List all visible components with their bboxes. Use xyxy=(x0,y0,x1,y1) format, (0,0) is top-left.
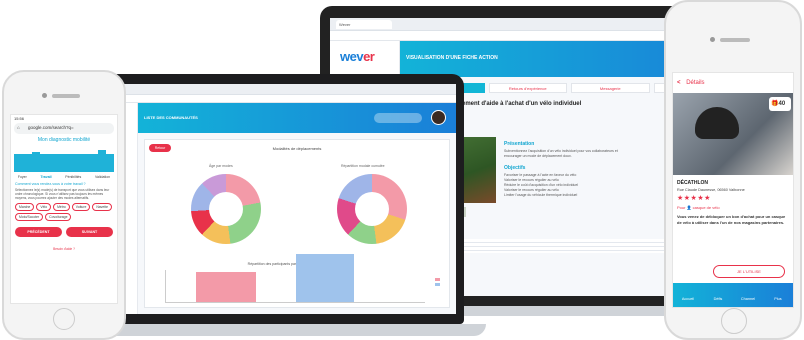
bar-chart xyxy=(165,254,425,303)
stepper: Foyer Travail Pénibilités Validation xyxy=(11,175,117,179)
bottom-tabbar: Accueil Défis Channel Plus xyxy=(673,283,793,307)
bar xyxy=(296,254,354,302)
previous-button[interactable]: PRÉCÉDENT xyxy=(15,227,62,237)
speaker-grille xyxy=(52,94,80,98)
left-phone: 15:56 ⌂ google.com/search?q= Mon diagnos… xyxy=(2,70,126,340)
speaker-grille xyxy=(720,38,750,42)
donut-chart-modal xyxy=(337,174,407,244)
badge-count: 40 xyxy=(778,101,786,107)
step-travail[interactable]: Travail xyxy=(41,175,52,179)
front-laptop: LISTE DES COMMUNAUTÉS Retour Modalités d… xyxy=(70,74,486,336)
laptop-base xyxy=(70,324,486,336)
for-label: Pour xyxy=(677,205,686,210)
section-objectifs: Objectifs xyxy=(504,165,526,171)
right-phone-screen: < Détails 🎁40 DÉCATHLON Rue Claude Daune… xyxy=(672,72,794,308)
for-line: Pour 👤 casque de vélo xyxy=(677,205,789,210)
use-button[interactable]: JE L'UTILISE xyxy=(713,265,785,278)
chart-legend xyxy=(435,278,445,288)
voucher-description: Vous venez de débloquer un bon d'achat p… xyxy=(677,214,786,225)
presentation-text: Subventionnez l'acquisition d'un vélo in… xyxy=(504,149,618,158)
chip-covoiturage[interactable]: Covoiturage xyxy=(45,213,72,221)
objectif-item: Limiter l'usage du véhicule thermique in… xyxy=(504,193,578,197)
tab-retours[interactable]: Retours d'expérience xyxy=(488,83,567,93)
for-value: casque de vélo xyxy=(692,205,720,210)
chip-velo[interactable]: Vélo xyxy=(36,203,52,211)
step-validation[interactable]: Validation xyxy=(95,175,110,179)
page-title: Mon diagnostic mobilité xyxy=(37,137,91,143)
page-title: VISUALISATION D'UNE FICHE ACTION xyxy=(406,55,498,61)
main-panel: LISTE DES COMMUNAUTÉS Retour Modalités d… xyxy=(138,103,456,314)
left-phone-screen: 15:56 ⌂ google.com/search?q= Mon diagnos… xyxy=(10,114,118,304)
stats-card: Retour Modalités de déplacements Âge par… xyxy=(144,139,450,308)
question-text: Comment vous rendez-vous à votre travail… xyxy=(15,182,86,186)
card-title: Modalités de déplacements xyxy=(272,146,322,151)
legend-swatch xyxy=(435,283,440,286)
avatar[interactable] xyxy=(431,110,446,125)
step-penibilites[interactable]: Pénibilités xyxy=(65,175,81,179)
tab-defis[interactable]: Défis xyxy=(703,283,733,307)
chip-navette[interactable]: Navette xyxy=(92,203,113,211)
browser-tab[interactable]: Wever xyxy=(336,19,392,29)
home-button[interactable] xyxy=(53,308,75,330)
details-header: < Détails xyxy=(673,73,793,93)
help-link[interactable]: Besoin d'aide ? xyxy=(11,247,117,251)
home-icon[interactable]: ⌂ xyxy=(17,125,20,130)
status-bar: 15:56 xyxy=(14,116,25,121)
front-laptop-screen: LISTE DES COMMUNAUTÉS Retour Modalités d… xyxy=(100,84,456,314)
gift-badge: 🎁40 xyxy=(769,97,791,111)
tab-plus[interactable]: Plus xyxy=(763,283,793,307)
donut-label: Répartition modale cumulée xyxy=(341,164,385,168)
chip-voiture[interactable]: Voiture xyxy=(71,203,91,211)
address-bar[interactable] xyxy=(100,95,456,103)
legend-swatch xyxy=(435,278,440,281)
url-text: google.com/search?q= xyxy=(28,125,74,130)
tab-messagerie[interactable]: Messagerie xyxy=(571,83,650,93)
nav-buttons: PRÉCÉDENT SUIVANT xyxy=(15,227,113,237)
camera-icon xyxy=(710,37,715,42)
tab-channel[interactable]: Channel xyxy=(733,283,763,307)
details-title: Détails xyxy=(686,80,705,86)
wever-logo[interactable]: wever xyxy=(330,41,399,64)
transport-chips: Marche Vélo Métro Voiture Navette Moto/S… xyxy=(15,203,113,221)
tab-accueil[interactable]: Accueil xyxy=(673,283,703,307)
rating-stars: ★★★★★ xyxy=(677,195,711,202)
section-presentation: Présentation xyxy=(504,141,535,147)
store-name: DÉCATHLON xyxy=(677,180,709,186)
step-foyer[interactable]: Foyer xyxy=(18,175,27,179)
store-address: Rue Claude Daunesse, 06560 Valbonne xyxy=(677,188,745,192)
dashboard-app: LISTE DES COMMUNAUTÉS Retour Modalités d… xyxy=(100,103,456,314)
camera-icon xyxy=(42,93,47,98)
url-bar[interactable]: ⌂ google.com/search?q= xyxy=(14,123,114,134)
browser-tabbar xyxy=(100,84,456,95)
help-text: Sélectionnez le(s) mode(s) de transport … xyxy=(15,188,110,200)
search-pill[interactable] xyxy=(374,113,422,123)
next-button[interactable]: SUIVANT xyxy=(66,227,113,237)
chevron-left-icon[interactable]: < xyxy=(677,80,681,86)
bar xyxy=(196,272,256,302)
helmet-image xyxy=(695,107,739,139)
header-bar: LISTE DES COMMUNAUTÉS xyxy=(138,103,456,133)
chip-metro[interactable]: Métro xyxy=(53,203,70,211)
donut-chart-age xyxy=(191,174,261,244)
home-button[interactable] xyxy=(721,308,747,334)
page-title: LISTE DES COMMUNAUTÉS xyxy=(144,115,198,120)
product-collage: Wever wever VISUALISATION D'UNE FICHE AC… xyxy=(0,0,804,340)
product-photo: 🎁40 xyxy=(673,93,793,175)
chip-moto[interactable]: Moto/Scooter xyxy=(15,213,44,221)
donut-label: Âge par modes xyxy=(209,164,233,168)
chip-marche[interactable]: Marche xyxy=(15,203,35,211)
right-phone: < Détails 🎁40 DÉCATHLON Rue Claude Daune… xyxy=(664,0,802,340)
city-illustration xyxy=(14,146,114,172)
